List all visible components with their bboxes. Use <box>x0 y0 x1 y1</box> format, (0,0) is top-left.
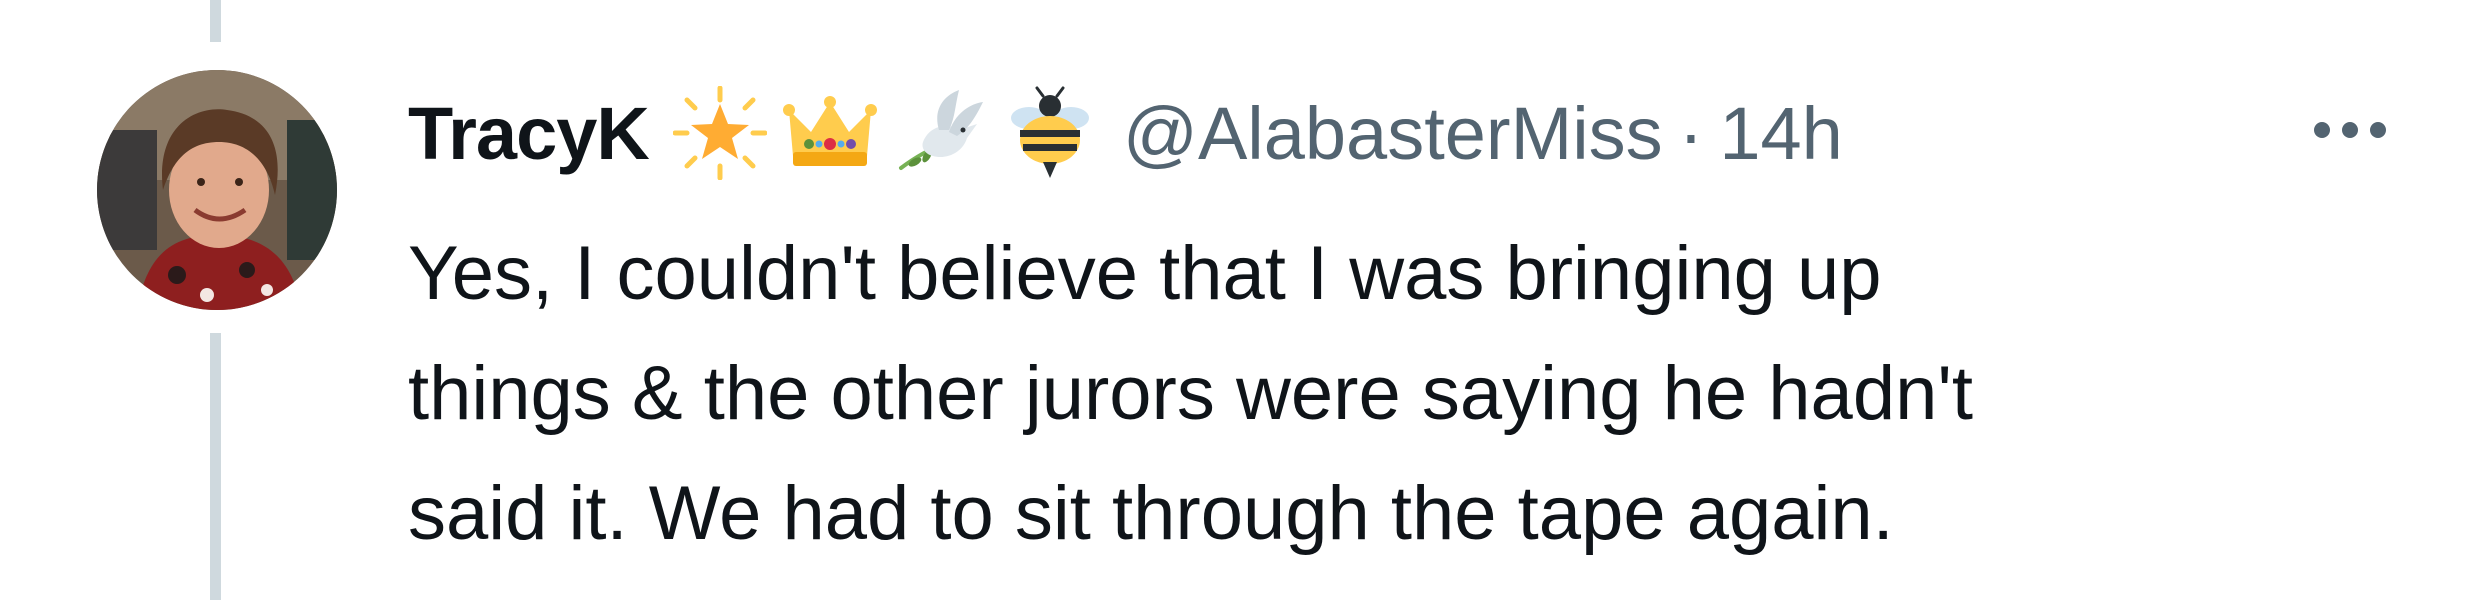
tweet-header: TracyK @AlabasterMiss · 14h <box>408 78 1843 188</box>
tweet-timestamp[interactable]: 14h <box>1719 91 1842 176</box>
name-badges <box>672 86 1097 180</box>
tweet-text: Yes, I couldn't believe that I was bring… <box>408 214 2358 574</box>
thread-connector-top <box>210 0 221 42</box>
tweet-text-line: said it. We had to sit through the tape … <box>408 471 1894 556</box>
thread-connector-bottom <box>210 333 221 600</box>
user-handle[interactable]: @AlabasterMiss <box>1123 91 1663 176</box>
dove-emoji-icon <box>893 86 987 180</box>
display-name[interactable]: TracyK <box>408 91 650 176</box>
avatar[interactable] <box>97 70 337 310</box>
crown-emoji-icon <box>782 86 877 180</box>
more-options-icon <box>2314 122 2330 138</box>
meta-separator: · <box>1678 91 1704 175</box>
tweet-text-line: Yes, I couldn't believe that I was bring… <box>408 231 1882 316</box>
tweet-text-line: things & the other jurors were saying he… <box>408 351 1973 436</box>
bee-emoji-icon <box>1003 86 1097 180</box>
star-emoji-icon <box>672 86 767 180</box>
more-options-button[interactable] <box>2290 110 2410 150</box>
